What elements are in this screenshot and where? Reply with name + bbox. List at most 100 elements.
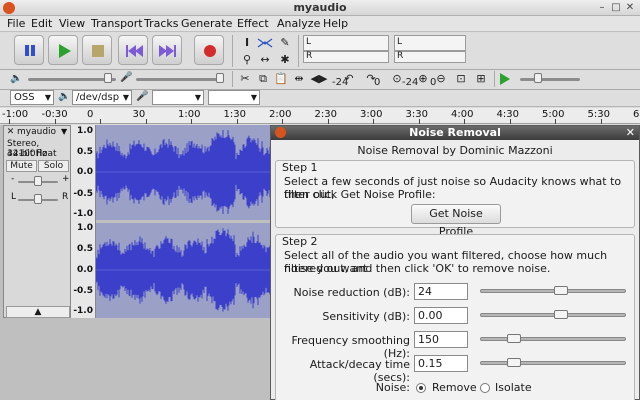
isolate-radio-label[interactable]: Isolate xyxy=(495,381,532,394)
waveform-channel-right[interactable] xyxy=(96,223,276,318)
menu-help[interactable]: Help xyxy=(323,17,348,30)
isolate-radio[interactable] xyxy=(480,383,490,393)
menu-view[interactable]: View xyxy=(59,17,85,30)
maximize-button[interactable]: □ xyxy=(610,2,622,14)
sensitivity-slider[interactable] xyxy=(480,310,626,319)
step1-group: Step 1 Select a few seconds of just nois… xyxy=(275,160,635,238)
noise-reduction-field[interactable]: 24 xyxy=(414,283,468,300)
track-name-menu[interactable]: myaudio xyxy=(17,127,56,137)
record-volume-slider[interactable] xyxy=(136,78,224,81)
menu-generate[interactable]: Generate xyxy=(181,17,232,30)
gain-slider-thumb[interactable] xyxy=(34,176,42,186)
pause-icon xyxy=(25,45,35,56)
toolbar-separator xyxy=(494,71,495,87)
close-window-button[interactable]: ✕ xyxy=(624,2,636,14)
ruler-tick xyxy=(191,119,192,124)
remove-radio[interactable] xyxy=(416,383,426,393)
track-close-button[interactable]: ✕ xyxy=(5,127,16,139)
ruler-tick xyxy=(9,119,10,124)
play-button[interactable] xyxy=(48,35,78,65)
zoom-in-icon[interactable]: ⊕ xyxy=(414,71,432,87)
selection-tool-icon[interactable]: I xyxy=(238,35,256,51)
menu-file[interactable]: File xyxy=(7,17,25,30)
input-device-select[interactable]: ▼ xyxy=(152,90,204,105)
zoom-tool-icon[interactable]: ⚲ xyxy=(238,52,256,68)
ruler-tick xyxy=(100,119,101,124)
paste-icon[interactable]: 📋 xyxy=(272,71,290,87)
dialog-close-button[interactable]: ✕ xyxy=(626,126,635,140)
frequency-smoothing-slider[interactable] xyxy=(480,334,626,343)
collapse-track-button[interactable]: ▲ xyxy=(6,306,70,318)
skip-end-icon xyxy=(159,45,176,57)
noise-reduction-thumb[interactable] xyxy=(554,286,568,295)
ruler-label: 4:00 xyxy=(451,109,474,120)
silence-icon[interactable]: ◀▶ xyxy=(310,71,328,87)
skip-end-button[interactable] xyxy=(152,35,182,65)
attack-decay-thumb[interactable] xyxy=(507,358,521,367)
remove-radio-label[interactable]: Remove xyxy=(432,381,477,394)
waveform-channel-left[interactable] xyxy=(96,125,276,220)
play-speed-slider[interactable] xyxy=(520,78,580,81)
undo-icon[interactable]: ↶ xyxy=(340,71,358,87)
play-speed-thumb[interactable] xyxy=(534,73,542,83)
playback-volume-slider[interactable] xyxy=(28,78,116,81)
redo-icon[interactable]: ↷ xyxy=(362,71,380,87)
cut-icon[interactable]: ✂ xyxy=(236,71,254,87)
input-channels-select[interactable]: ▼ xyxy=(208,90,260,105)
menu-transport[interactable]: Transport xyxy=(91,17,143,30)
zoom-out-icon[interactable]: ⊖ xyxy=(432,71,450,87)
menu-effect[interactable]: Effect xyxy=(237,17,269,30)
frequency-smoothing-thumb[interactable] xyxy=(507,334,521,343)
record-meter-left[interactable]: L xyxy=(394,35,466,51)
minimize-button[interactable]: – xyxy=(596,2,608,14)
record-button[interactable] xyxy=(194,35,224,65)
trim-icon[interactable]: ⇹ xyxy=(290,71,308,87)
ruler-tick xyxy=(600,119,602,124)
envelope-tool-icon[interactable] xyxy=(256,35,274,51)
attack-decay-field[interactable]: 0.15 xyxy=(414,355,468,372)
gain-plus-label: + xyxy=(62,174,70,184)
pan-slider-thumb[interactable] xyxy=(34,194,42,204)
output-device-select[interactable]: /dev/dsp ▼ xyxy=(72,90,132,105)
fit-project-icon[interactable]: ⊞ xyxy=(472,71,490,87)
step1-title: Step 1 xyxy=(282,161,318,174)
copy-icon[interactable]: ⧉ xyxy=(254,71,272,87)
draw-tool-icon[interactable]: ✎ xyxy=(276,35,294,51)
amp-label: -0.5 xyxy=(73,286,93,296)
noise-reduction-label: Noise reduction (dB): xyxy=(293,286,410,299)
record-meter-right[interactable]: R xyxy=(394,51,466,63)
stop-button[interactable] xyxy=(82,35,112,65)
fit-selection-icon[interactable]: ⊡ xyxy=(452,71,470,87)
skip-start-button[interactable] xyxy=(118,35,148,65)
playback-volume-thumb[interactable] xyxy=(104,73,112,83)
sensitivity-thumb[interactable] xyxy=(554,310,568,319)
frequency-smoothing-field[interactable]: 150 xyxy=(414,331,468,348)
timeline-ruler[interactable]: -1:00 -0:30 0 30 1:00 1:30 2:00 2:30 3:00 3:30 4:0… xyxy=(0,108,640,124)
get-noise-profile-button[interactable]: Get Noise Profile xyxy=(411,204,501,238)
menu-tracks[interactable]: Tracks xyxy=(144,17,179,30)
ruler-tick xyxy=(54,119,56,124)
volume-icon: 🔈 xyxy=(10,73,23,84)
pause-button[interactable] xyxy=(14,35,44,65)
menu-analyze[interactable]: Analyze xyxy=(277,17,320,30)
mute-button[interactable]: Mute xyxy=(6,160,37,172)
record-volume-thumb[interactable] xyxy=(216,73,224,83)
audio-host-select[interactable]: OSS ▼ xyxy=(10,90,54,105)
playback-meter-left[interactable]: L xyxy=(303,35,389,51)
multi-tool-icon[interactable]: ✱ xyxy=(276,52,294,68)
playback-meter-right[interactable]: R xyxy=(303,51,389,63)
sensitivity-field[interactable]: 0.00 xyxy=(414,307,468,324)
attack-decay-slider[interactable] xyxy=(480,358,626,367)
play-at-speed-icon[interactable] xyxy=(498,72,512,86)
menu-edit[interactable]: Edit xyxy=(31,17,52,30)
toolbar-row-separator xyxy=(0,69,640,70)
dialog-titlebar: Noise Removal ✕ xyxy=(271,126,639,140)
timeshift-tool-icon[interactable]: ↔ xyxy=(256,52,274,68)
track-control-panel: ✕ myaudio ▼ Stereo, 44100Hz 32-bit float… xyxy=(3,125,71,318)
amp-label: 0.5 xyxy=(77,244,93,254)
solo-button[interactable]: Solo xyxy=(38,160,69,172)
noise-reduction-slider[interactable] xyxy=(480,286,626,295)
sensitivity-label: Sensitivity (dB): xyxy=(322,310,410,323)
meter-label: R xyxy=(397,51,404,61)
track-menu-chevron-icon[interactable]: ▼ xyxy=(61,127,67,136)
